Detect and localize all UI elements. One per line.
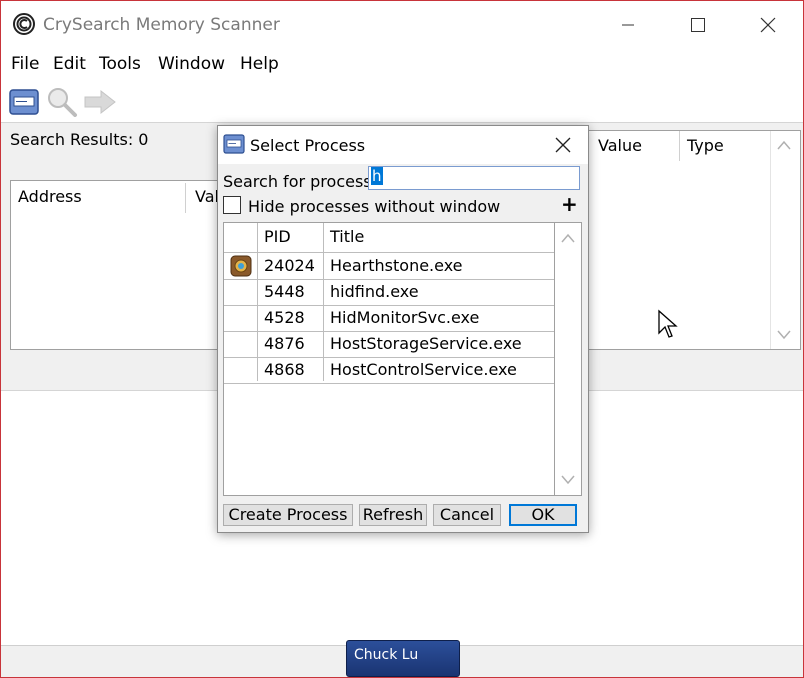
- maximize-icon: [691, 18, 705, 32]
- process-pid: 4528: [264, 308, 305, 327]
- type-column-header[interactable]: Type: [687, 136, 724, 155]
- window-title: CrySearch Memory Scanner: [43, 15, 280, 35]
- search-for-process-label: Search for process: [223, 172, 372, 191]
- search-button[interactable]: [45, 85, 79, 119]
- close-icon: [760, 17, 776, 33]
- close-icon: [555, 137, 571, 153]
- menu-edit[interactable]: Edit: [53, 54, 86, 74]
- search-results-label: Search Results: 0: [10, 130, 149, 149]
- column-divider: [679, 131, 680, 161]
- scroll-down-icon[interactable]: [561, 475, 575, 485]
- search-icon: [48, 88, 77, 117]
- forward-button[interactable]: [83, 85, 117, 119]
- add-button[interactable]: +: [561, 192, 578, 216]
- process-pid: 24024: [264, 256, 315, 275]
- process-list-scrollbar[interactable]: [555, 222, 582, 496]
- title-column-header[interactable]: Title: [330, 223, 364, 251]
- main-window: CrySearch Memory Scanner File Edit Tools…: [0, 0, 804, 678]
- dialog-title: Select Process: [250, 136, 366, 155]
- process-row[interactable]: 5448 hidfind.exe: [224, 279, 554, 306]
- process-row[interactable]: 4868 HostControlService.exe: [224, 357, 554, 384]
- process-row[interactable]: 24024 Hearthstone.exe: [224, 252, 554, 280]
- process-pid: 4868: [264, 360, 305, 379]
- process-row[interactable]: 4528 HidMonitorSvc.exe: [224, 305, 554, 332]
- process-title: HidMonitorSvc.exe: [330, 308, 480, 327]
- select-process-dialog: Select Process Search for process h Hide…: [217, 125, 589, 533]
- title-bar[interactable]: CrySearch Memory Scanner: [1, 1, 803, 49]
- menu-tools[interactable]: Tools: [99, 54, 141, 74]
- menu-bar: File Edit Tools Window Help: [1, 51, 803, 79]
- process-list[interactable]: PID Title 24024 Hearthstone.exe 5448 hid…: [223, 222, 555, 496]
- process-pid: 5448: [264, 282, 305, 301]
- process-pid: 4876: [264, 334, 305, 353]
- value-column-header[interactable]: Val: [195, 187, 219, 206]
- process-title: HostControlService.exe: [330, 360, 517, 379]
- column-divider: [185, 183, 186, 213]
- ok-button[interactable]: OK: [509, 504, 577, 526]
- pid-column-header[interactable]: PID: [264, 223, 291, 251]
- search-input-value: h: [371, 167, 383, 185]
- app-logo-icon: [13, 13, 35, 35]
- scroll-up-icon[interactable]: [561, 233, 575, 243]
- menu-window[interactable]: Window: [158, 54, 225, 74]
- dialog-close-button[interactable]: [548, 132, 578, 158]
- taskbar-user-button[interactable]: Chuck Lu: [346, 640, 460, 677]
- maximize-button[interactable]: [675, 1, 721, 49]
- minimize-button[interactable]: [605, 1, 651, 49]
- cancel-button[interactable]: Cancel: [433, 504, 501, 526]
- mouse-cursor-icon: [658, 309, 678, 338]
- scrollbar-track[interactable]: [770, 131, 771, 349]
- hearthstone-icon: [230, 255, 252, 277]
- value-column-header-right[interactable]: Value: [598, 136, 642, 155]
- dialog-process-icon: [223, 134, 245, 154]
- create-process-button[interactable]: Create Process: [223, 504, 353, 526]
- dialog-title-bar[interactable]: Select Process: [218, 126, 588, 164]
- process-row[interactable]: 4876 HostStorageService.exe: [224, 331, 554, 358]
- process-search-input[interactable]: h: [368, 166, 580, 190]
- close-button[interactable]: [745, 1, 791, 49]
- open-process-button[interactable]: [7, 85, 41, 119]
- open-process-icon: [9, 89, 39, 115]
- scan-results-list[interactable]: Value Type: [587, 130, 801, 350]
- hide-processes-checkbox[interactable]: [223, 196, 241, 214]
- process-title: hidfind.exe: [330, 282, 419, 301]
- menu-help[interactable]: Help: [240, 54, 279, 74]
- scroll-up-icon[interactable]: [777, 140, 791, 150]
- scroll-down-icon[interactable]: [777, 330, 791, 340]
- toolbar: [1, 85, 803, 119]
- minimize-icon: [622, 24, 634, 26]
- address-list[interactable]: Address Val: [10, 180, 222, 350]
- hide-processes-label[interactable]: Hide processes without window: [248, 197, 500, 216]
- address-column-header[interactable]: Address: [18, 187, 82, 206]
- process-title: HostStorageService.exe: [330, 334, 522, 353]
- forward-arrow-icon: [84, 89, 116, 115]
- refresh-button[interactable]: Refresh: [359, 504, 427, 526]
- process-title: Hearthstone.exe: [330, 256, 463, 275]
- menu-file[interactable]: File: [11, 54, 39, 74]
